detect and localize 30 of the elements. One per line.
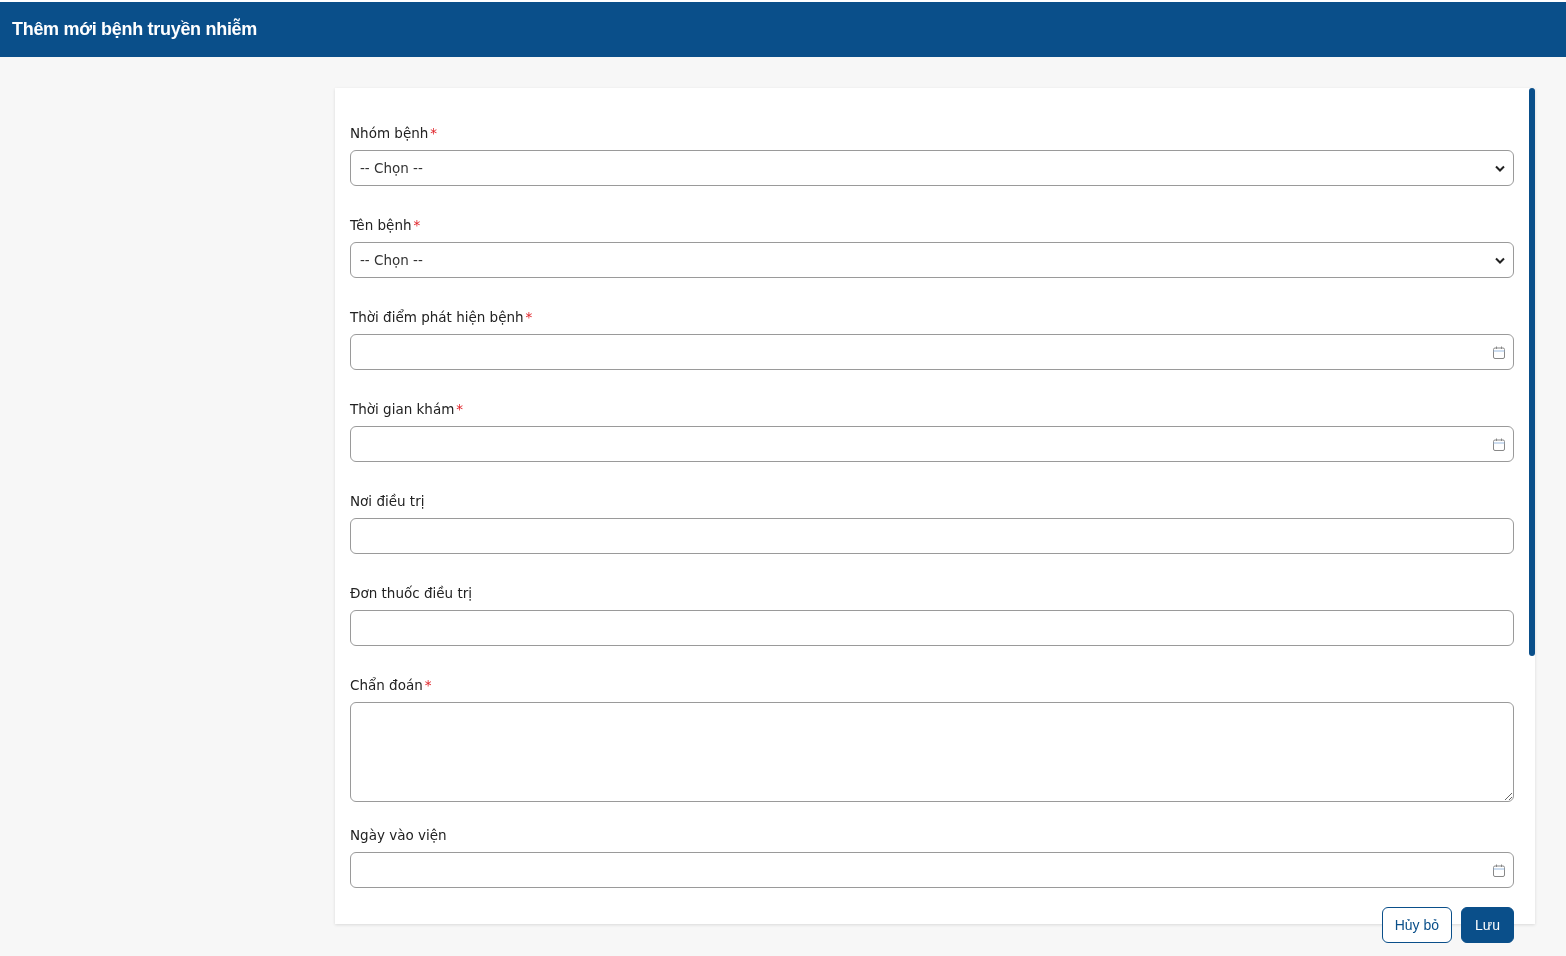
- date-field[interactable]: [350, 426, 1514, 462]
- scrollbar-thumb[interactable]: [1529, 88, 1535, 656]
- cancel-button[interactable]: Hủy bỏ: [1381, 907, 1453, 943]
- required-mark: *: [424, 676, 432, 694]
- calendar-icon[interactable]: [1493, 345, 1505, 359]
- required-mark: *: [456, 400, 464, 418]
- field-label: Chẩn đoán: [350, 676, 423, 694]
- field-label: Tên bệnh: [350, 216, 412, 234]
- date-field[interactable]: [350, 334, 1514, 370]
- select-field[interactable]: -- Chọn --: [350, 242, 1514, 278]
- required-mark: *: [525, 308, 533, 326]
- save-button[interactable]: Lưu: [1461, 907, 1514, 943]
- field-label: Nhóm bệnh: [350, 124, 429, 142]
- textarea-field[interactable]: [350, 702, 1514, 802]
- field-label: Đơn thuốc điều trị: [350, 584, 472, 602]
- page-title: Thêm mới bệnh truyền nhiễm: [12, 19, 258, 40]
- chevron-down-icon[interactable]: [1495, 256, 1505, 264]
- required-mark: *: [413, 216, 421, 234]
- input-field[interactable]: [350, 610, 1514, 646]
- required-mark: *: [430, 124, 438, 142]
- calendar-icon[interactable]: [1493, 437, 1505, 451]
- date-field[interactable]: [350, 852, 1514, 888]
- chevron-down-icon[interactable]: [1495, 164, 1505, 172]
- field-label: Thời điểm phát hiện bệnh: [350, 308, 524, 326]
- field-label: Nơi điều trị: [350, 492, 425, 510]
- input-field[interactable]: [350, 518, 1514, 554]
- calendar-icon[interactable]: [1493, 863, 1505, 877]
- field-label: Thời gian khám: [350, 400, 455, 418]
- select-field[interactable]: -- Chọn --: [350, 150, 1514, 186]
- field-label: Ngày vào viện: [350, 826, 447, 844]
